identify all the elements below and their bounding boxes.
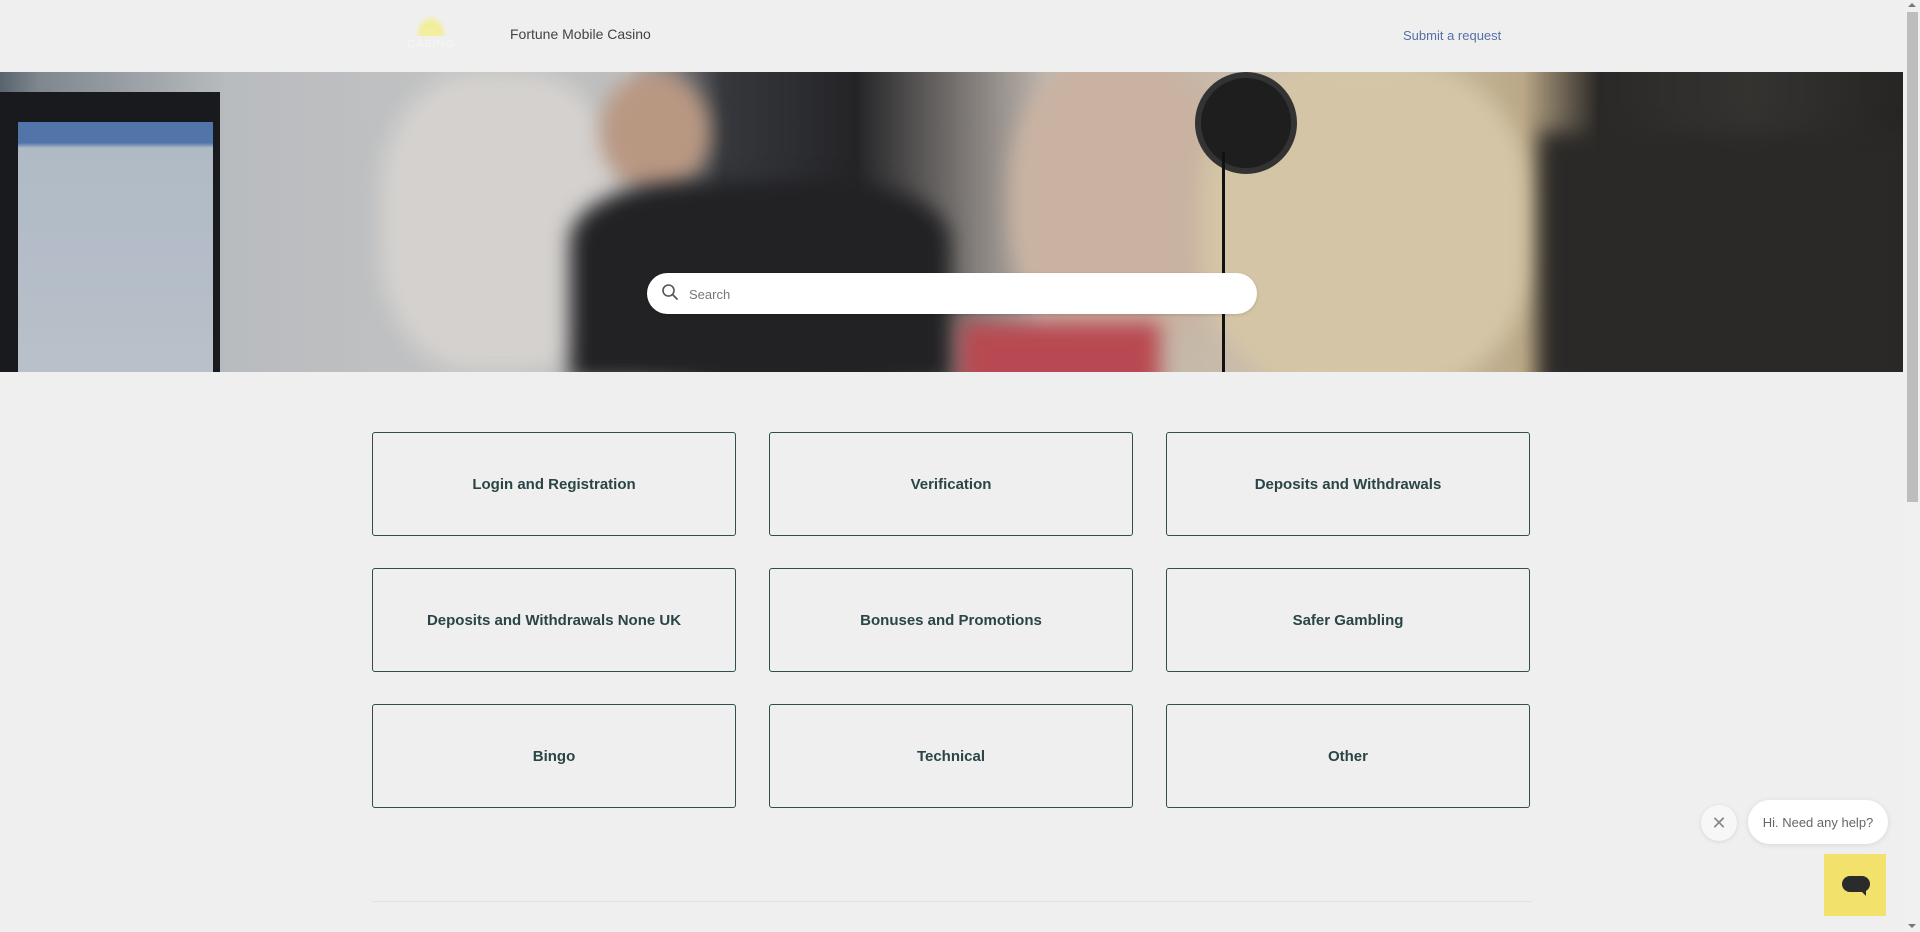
logo-sun-icon	[416, 16, 446, 36]
hero-banner	[0, 72, 1903, 372]
category-login-and-registration[interactable]: Login and Registration	[372, 432, 736, 536]
search-input[interactable]	[687, 273, 1241, 316]
search-bar[interactable]	[647, 273, 1257, 316]
brand-name: Fortune Mobile Casino	[510, 26, 651, 42]
chat-icon-tail	[1860, 890, 1866, 896]
hero-overlay	[0, 72, 1903, 372]
category-deposits-and-withdrawals[interactable]: Deposits and Withdrawals	[1166, 432, 1530, 536]
scroll-down-arrow-icon[interactable]	[1908, 924, 1916, 928]
chat-close-button[interactable]: ✕	[1701, 805, 1737, 841]
chat-greeting-bubble[interactable]: Hi. Need any help?	[1748, 800, 1888, 844]
category-bonuses-and-promotions[interactable]: Bonuses and Promotions	[769, 568, 1133, 672]
headset-cable	[1222, 152, 1225, 372]
chat-launcher-button[interactable]	[1824, 854, 1886, 916]
headset-icon	[1195, 72, 1297, 174]
close-icon: ✕	[1711, 812, 1727, 833]
section-divider	[372, 901, 1532, 902]
category-safer-gambling[interactable]: Safer Gambling	[1166, 568, 1530, 672]
submit-request-link[interactable]: Submit a request	[1403, 28, 1501, 43]
site-header: CASINO Fortune Mobile Casino Submit a re…	[0, 0, 1903, 72]
category-technical[interactable]: Technical	[769, 704, 1133, 808]
vertical-scrollbar[interactable]	[1903, 0, 1920, 932]
category-deposits-and-withdrawals-none-uk[interactable]: Deposits and Withdrawals None UK	[372, 568, 736, 672]
scroll-up-arrow-icon[interactable]	[1908, 3, 1916, 7]
logo-text: CASINO	[406, 38, 456, 50]
search-icon	[662, 284, 678, 300]
category-verification[interactable]: Verification	[769, 432, 1133, 536]
chat-greeting-text: Hi. Need any help?	[1762, 814, 1874, 830]
category-bingo[interactable]: Bingo	[372, 704, 736, 808]
brand-logo[interactable]: CASINO	[392, 12, 470, 58]
scrollbar-thumb[interactable]	[1907, 12, 1918, 502]
category-other[interactable]: Other	[1166, 704, 1530, 808]
